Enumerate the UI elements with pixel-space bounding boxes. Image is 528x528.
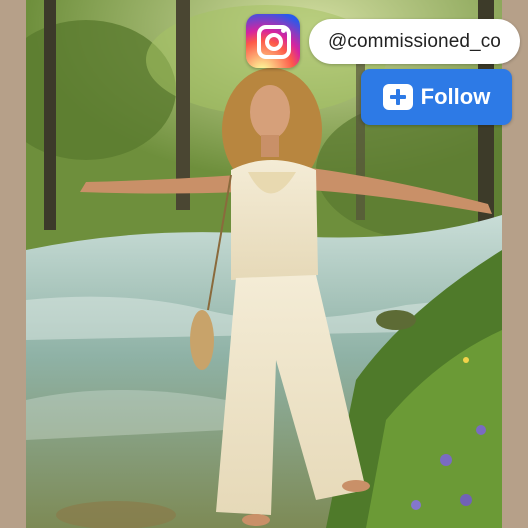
instagram-logo-flash <box>281 28 286 33</box>
instagram-logo-icon[interactable] <box>246 14 300 68</box>
plus-icon <box>382 84 413 110</box>
follow-button[interactable]: Follow <box>361 69 512 125</box>
instagram-handle-label[interactable]: @commissioned_co <box>309 19 520 64</box>
instagram-logo-lens <box>265 33 283 51</box>
handle-text: @commissioned_co <box>328 30 501 52</box>
post-frame: @commissioned_co Follow <box>0 0 528 528</box>
follow-label: Follow <box>420 84 491 109</box>
